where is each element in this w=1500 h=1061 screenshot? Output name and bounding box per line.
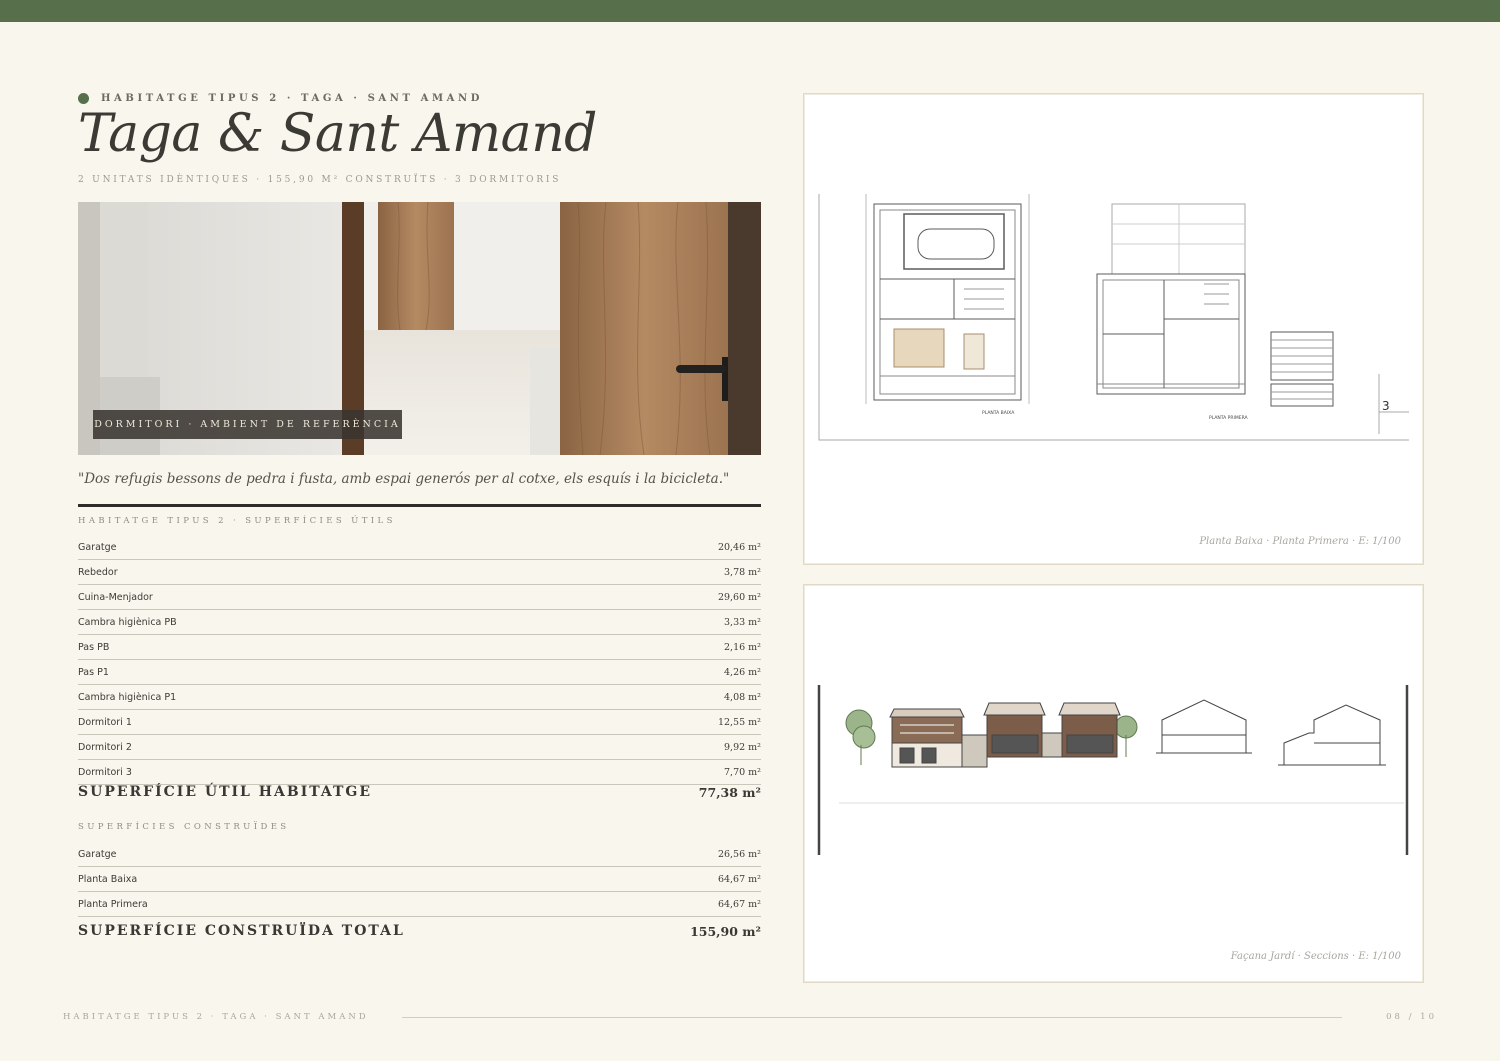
table-row: Dormitori 1 12,55 m² (78, 710, 761, 735)
bedroom-photo: DORMITORI · AMBIENT DE REFERÈNCIA (78, 202, 761, 455)
table-row: Dormitori 3 7,70 m² (78, 760, 761, 785)
elevation-caption: Façana Jardí · Seccions · E: 1/100 (1230, 951, 1401, 962)
floor-plans-caption: Planta Baixa · Planta Primera · E: 1/100 (1199, 536, 1401, 547)
row-label: Planta Baixa (78, 873, 138, 885)
table-row: Pas PB 2,16 m² (78, 635, 761, 660)
page-subtitle: 2 UNITATS IDÈNTIQUES · 155,90 M² CONSTRU… (78, 175, 562, 185)
elevation-drawing (817, 685, 1409, 855)
ground-floor-label: PLANTA BAIXA (982, 410, 1015, 416)
built-area-total: SUPERFÍCIE CONSTRUÏDA TOTAL 155,90 m² (78, 923, 761, 939)
row-label: Cuina-Menjador (78, 591, 153, 603)
row-value: 2,16 m² (724, 641, 761, 653)
total-label: SUPERFÍCIE ÚTIL HABITATGE (78, 784, 373, 800)
footer-title: HABITATGE TIPUS 2 · TAGA · SANT AMAND (63, 1012, 369, 1022)
row-label: Pas PB (78, 641, 110, 653)
eyebrow: HABITATGE TIPUS 2 · TAGA · SANT AMAND (78, 93, 483, 104)
page-number: 08 / 10 (1386, 1012, 1437, 1022)
useful-areas-title: HABITATGE TIPUS 2 · SUPERFÍCIES ÚTILS (78, 516, 396, 526)
row-label: Garatge (78, 541, 117, 553)
footer-divider (402, 1017, 1342, 1018)
row-label: Dormitori 3 (78, 766, 132, 778)
floor-plans-panel: PLANTA BAIXA PLANTA PRIMERA 3 Planta Bai… (803, 93, 1424, 565)
row-label: Rebedor (78, 566, 118, 578)
row-value: 4,26 m² (724, 666, 761, 678)
row-value: 29,60 m² (717, 591, 761, 603)
row-label: Pas P1 (78, 666, 109, 678)
row-label: Dormitori 2 (78, 741, 132, 753)
row-value: 26,56 m² (717, 848, 761, 860)
row-value: 12,55 m² (717, 716, 761, 728)
row-value: 20,46 m² (717, 541, 761, 553)
table-row: Cambra higiènica PB 3,33 m² (78, 610, 761, 635)
table-row: Planta Baixa 64,67 m² (78, 867, 761, 892)
section-divider (78, 504, 761, 507)
row-value: 64,67 m² (717, 898, 761, 910)
bullet-dot-icon (78, 93, 89, 104)
row-value: 4,08 m² (724, 691, 761, 703)
row-label: Garatge (78, 848, 117, 860)
floor-plan-drawing: PLANTA BAIXA PLANTA PRIMERA 3 (818, 194, 1409, 441)
photo-caption: DORMITORI · AMBIENT DE REFERÈNCIA (93, 410, 402, 439)
elevation-panel: Façana Jardí · Seccions · E: 1/100 (803, 584, 1424, 983)
built-areas-table: Garatge 26,56 m² Planta Baixa 64,67 m² Pla… (78, 842, 761, 917)
table-row: Cambra higiènica P1 4,08 m² (78, 685, 761, 710)
row-value: 3,33 m² (724, 616, 761, 628)
built-areas-title: SUPERFÍCIES CONSTRUÏDES (78, 822, 290, 832)
row-value: 3,78 m² (724, 566, 761, 578)
table-row: Rebedor 3,78 m² (78, 560, 761, 585)
table-row: Garatge 20,46 m² (78, 535, 761, 560)
row-value: 7,70 m² (724, 766, 761, 778)
table-row: Cuina-Menjador 29,60 m² (78, 585, 761, 610)
row-label: Planta Primera (78, 898, 148, 910)
table-row: Planta Primera 64,67 m² (78, 892, 761, 917)
useful-areas-table: Garatge 20,46 m² Rebedor 3,78 m² Cuina-Men… (78, 535, 761, 785)
total-value: 155,90 m² (690, 923, 761, 939)
row-label: Dormitori 1 (78, 716, 132, 728)
row-value: 9,92 m² (724, 741, 761, 753)
total-value: 77,38 m² (698, 784, 761, 800)
total-label: SUPERFÍCIE CONSTRUÏDA TOTAL (78, 923, 405, 939)
sheet-number: 3 (1382, 399, 1390, 413)
top-accent-bar (0, 0, 1500, 22)
row-label: Cambra higiènica P1 (78, 691, 177, 703)
row-label: Cambra higiènica PB (78, 616, 177, 628)
useful-area-total: SUPERFÍCIE ÚTIL HABITATGE 77,38 m² (78, 784, 761, 800)
row-value: 64,67 m² (717, 873, 761, 885)
first-floor-label: PLANTA PRIMERA (1209, 415, 1249, 421)
table-row: Dormitori 2 9,92 m² (78, 735, 761, 760)
table-row: Garatge 26,56 m² (78, 842, 761, 867)
quote: "Dos refugis bessons de pedra i fusta, a… (78, 471, 730, 487)
eyebrow-text: HABITATGE TIPUS 2 · TAGA · SANT AMAND (101, 93, 484, 104)
table-row: Pas P1 4,26 m² (78, 660, 761, 685)
page-title: Taga & Sant Amand (78, 104, 597, 164)
